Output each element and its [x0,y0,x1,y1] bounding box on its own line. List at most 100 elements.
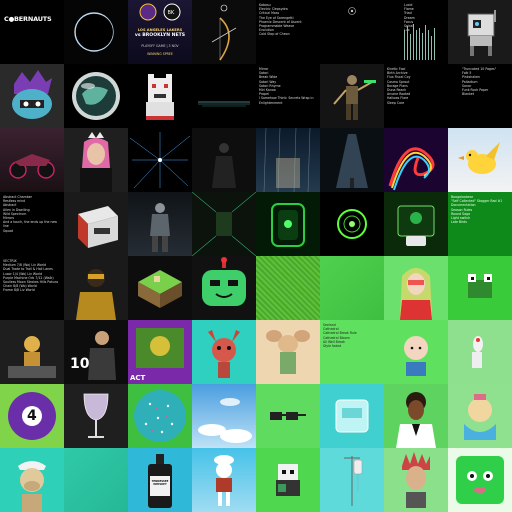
tile-light-beams[interactable] [128,128,192,192]
pixel-cat-icon [146,74,174,120]
tile-purple-hood-helmet[interactable] [0,64,64,128]
tile-eclipse[interactable] [64,0,128,64]
tile-text-list-6[interactable]: Boogaloobear "Self Collected" Stagger Ba… [448,192,512,256]
gold-monkey-icon [8,336,56,378]
tile-pixel-cat[interactable] [128,64,192,128]
tile-text-list-2[interactable]: Mirror Satori Break Wide Satori Way Sato… [256,64,320,128]
ball-number: 4 [27,408,37,424]
tile-masked-hero[interactable] [64,256,128,320]
tile-motorbike[interactable] [0,128,64,192]
tile-yellow-bird[interactable] [448,128,512,192]
tile-rainbow-rollercoaster[interactable] [384,128,448,192]
text-list: "Truncated 10 Pages" Folk 5 Pinkshaken P… [462,67,497,97]
green-monster-icon [456,456,504,504]
cybernauts-logo: C●BERNAUTS [4,15,52,23]
tile-floating-island[interactable] [128,256,192,320]
knight-icon [150,203,170,252]
tile-skeleton-chef[interactable] [192,448,256,512]
tile-text-list-3[interactable]: Kinetic Fool Birth Archive Flux Fiscal C… [384,64,448,128]
tile-date-character[interactable]: 10 [64,320,128,384]
tile-pixel-frog[interactable] [448,256,512,320]
poster-subtitle: PLAYOFF GAME | 3 NOV [141,44,179,48]
tile-bow-and-arrow[interactable] [192,0,256,64]
tile-aqua-gradient[interactable] [64,448,128,512]
tile-text-list-5[interactable]: Abstract Chamber Restless mind Abstract … [0,192,64,256]
spiky-head-icon [402,452,430,508]
robot-dog-icon [467,10,496,56]
bald-character-icon [404,336,428,376]
tile-green-hair-woman[interactable] [384,256,448,320]
svg-text:BK: BK [168,10,175,16]
tile-matrix-code[interactable]: Lucid Flame Triad Dream Focus Spiral Lux [384,0,448,64]
motorbike-icon [9,154,55,179]
tile-green-portal[interactable] [256,192,320,256]
clear-box-icon [335,399,369,433]
tile-cyborg-warrior[interactable] [320,64,384,128]
eclipse-icon [74,12,114,52]
tile-curly-hair-man[interactable] [384,384,448,448]
portrait-icon [88,331,116,380]
tile-retro-console[interactable] [64,192,128,256]
marble-icon [72,72,120,120]
tile-green-gradient[interactable] [320,256,384,320]
cyborg-figure-icon [333,75,376,120]
tile-green-noise[interactable] [256,256,320,320]
poster-team-1: LOS ANGELES LAKERS [137,28,183,32]
tile-eight-ball[interactable]: 4 [0,384,64,448]
tile-glass-marble[interactable] [64,64,128,128]
tile-clear-box[interactable] [320,384,384,448]
tile-rainy-window[interactable] [256,128,320,192]
text-list: VECTRIX Medium 7/8 (Wo) Liv World Dual T… [3,259,59,293]
tile-teal-creature[interactable] [192,320,256,384]
tile-spiky-head[interactable] [384,448,448,512]
tile-text-list-4[interactable]: "Truncated 10 Pages" Folk 5 Pinkshaken P… [448,64,512,128]
tile-pixel-glasses[interactable] [256,384,320,448]
tile-green-ring[interactable] [320,192,384,256]
tile-cybernauts-logo[interactable]: C●BERNAUTS [0,0,64,64]
tile-sky-clouds[interactable] [192,384,256,448]
tile-crowned-avatar[interactable] [64,128,128,192]
tile-text-list-7[interactable]: VECTRIX Medium 7/8 (Wo) Liv World Dual T… [0,256,64,320]
pixel-glitter-sphere-icon [134,390,186,442]
tile-bald-character[interactable] [384,320,448,384]
tile-dark-figure[interactable] [192,128,256,192]
iv-drip-icon [344,456,363,506]
tile-spotlight-room[interactable] [320,128,384,192]
tile-glitter-sphere[interactable] [128,384,192,448]
tile-act-poster[interactable]: ACT [128,320,192,384]
text-list: Kinetic Fool Birth Archive Flux Fiscal C… [387,67,411,105]
tile-orb-text[interactable] [320,0,384,64]
tile-armored-knight[interactable] [128,192,192,256]
tile-green-robot[interactable] [192,256,256,320]
tile-green-monster[interactable] [448,448,512,512]
text-list: Abstract Chamber Restless mind Abstract … [3,195,58,233]
poster-footer: WINNING SPREE [147,52,173,56]
glowing-lines-icon [198,101,250,107]
tile-pixel-knight[interactable] [256,448,320,512]
text-list: Kabosu Electric Clepsydra Critical Mass … [259,3,302,37]
floating-island-icon [138,270,182,308]
tile-text-list-1[interactable]: Kabosu Electric Clepsydra Critical Mass … [256,0,320,64]
tile-white-figure[interactable] [448,320,512,384]
tile-gold-monkey[interactable] [0,320,64,384]
tile-wine-glass[interactable] [64,384,128,448]
tile-text-list-8[interactable]: Seeland Cathedral Cathedral Break Rule C… [320,320,384,384]
yellow-bird-icon [458,142,500,174]
tile-mouse-character[interactable] [256,320,320,384]
tile-robot-dog[interactable] [448,0,512,64]
white-figure-icon [472,336,483,368]
tile-basketball-poster[interactable]: BK LOS ANGELES LAKERS vs BROOKLYN NETS P… [128,0,192,64]
horned-creature-icon [208,330,240,378]
wine-glass-icon [83,393,109,438]
tile-glowing-lines[interactable] [192,64,256,128]
tile-neon-corridor[interactable] [192,192,256,256]
tile-iv-drip[interactable] [320,448,384,512]
tile-whiskey-bottle[interactable]: TENNESSEE WHISKEY [128,448,192,512]
poster-team-2: vs BROOKLYN NETS [134,33,186,38]
matrix-rain-icon [404,24,435,60]
tile-green-card[interactable] [384,192,448,256]
act-label: ACT [130,374,146,382]
green-hair-woman-icon [400,268,432,320]
tile-bored-ape[interactable] [0,448,64,512]
tile-blue-creature[interactable] [448,384,512,448]
